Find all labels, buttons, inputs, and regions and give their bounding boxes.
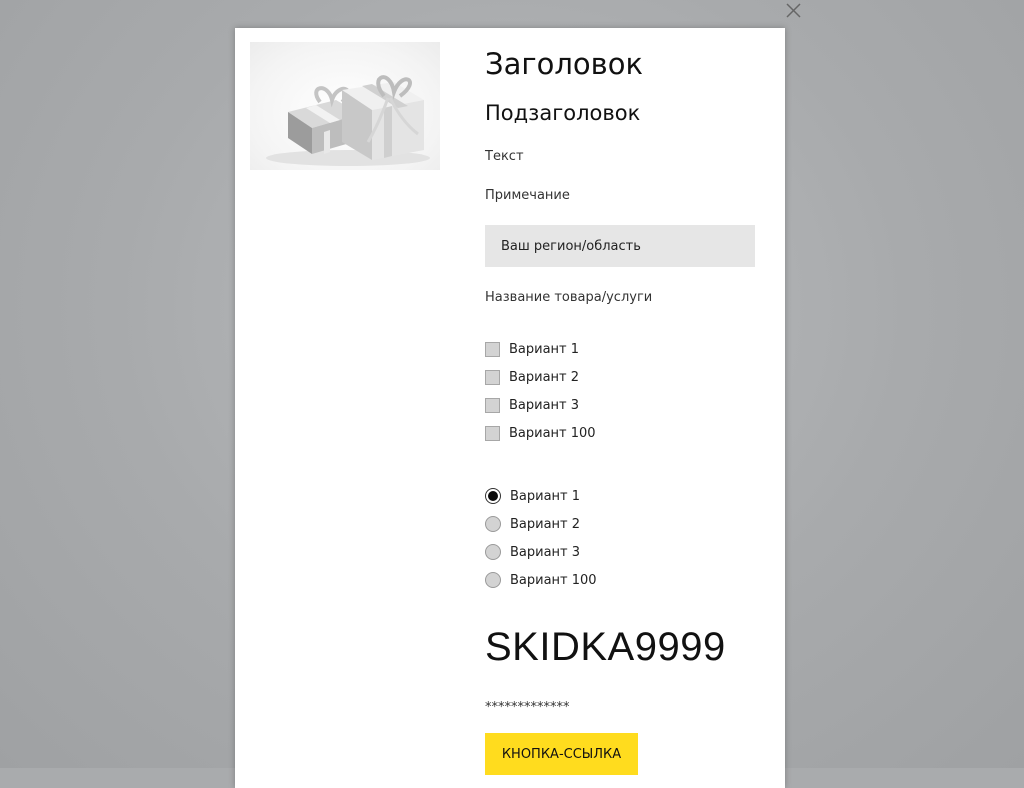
radio-button[interactable] xyxy=(485,516,501,532)
popup-title: Заголовок xyxy=(485,47,643,81)
close-icon[interactable] xyxy=(782,1,804,23)
radio-option-2[interactable]: Вариант 2 xyxy=(485,514,580,534)
radio-label: Вариант 100 xyxy=(510,572,597,588)
region-field[interactable]: Ваш регион/область xyxy=(485,225,755,267)
radio-label: Вариант 3 xyxy=(510,544,581,560)
checkbox-option-3[interactable]: Вариант 3 xyxy=(485,395,579,415)
link-button-label: КНОПКА-ССЫЛКА xyxy=(501,746,622,762)
region-field-value: Ваш регион/область xyxy=(501,238,641,254)
radio-button[interactable] xyxy=(485,544,501,560)
checkbox-label: Вариант 3 xyxy=(509,397,580,413)
link-button[interactable]: КНОПКА-ССЫЛКА xyxy=(485,733,638,775)
radio-option-100[interactable]: Вариант 100 xyxy=(485,570,597,590)
checkbox[interactable] xyxy=(485,341,500,357)
checkbox[interactable] xyxy=(485,425,500,441)
product-label: Название товара/услуги xyxy=(485,290,653,305)
popup-note: Примечание xyxy=(485,188,570,203)
masked-text: ************* xyxy=(485,700,570,715)
radio-label: Вариант 1 xyxy=(510,488,581,504)
checkbox-label: Вариант 100 xyxy=(509,425,596,441)
radio-label: Вариант 2 xyxy=(510,516,581,532)
radio-button[interactable] xyxy=(485,572,501,588)
checkbox-option-1[interactable]: Вариант 1 xyxy=(485,339,579,359)
popup-modal: Заголовок Подзаголовок Текст Примечание … xyxy=(235,28,785,788)
radio-option-1[interactable]: Вариант 1 xyxy=(485,486,580,506)
popup-subtitle: Подзаголовок xyxy=(485,101,641,125)
popup-text: Текст xyxy=(485,149,524,164)
checkbox[interactable] xyxy=(485,369,500,385)
radio-button-selected[interactable] xyxy=(485,488,501,504)
radio-option-3[interactable]: Вариант 3 xyxy=(485,542,580,562)
checkbox-label: Вариант 2 xyxy=(509,369,580,385)
checkbox-option-2[interactable]: Вариант 2 xyxy=(485,367,579,387)
promo-code: SKIDKA9999 xyxy=(485,625,726,669)
gift-boxes-image xyxy=(250,42,440,170)
checkbox[interactable] xyxy=(485,397,500,413)
checkbox-label: Вариант 1 xyxy=(509,341,580,357)
checkbox-option-100[interactable]: Вариант 100 xyxy=(485,423,596,443)
